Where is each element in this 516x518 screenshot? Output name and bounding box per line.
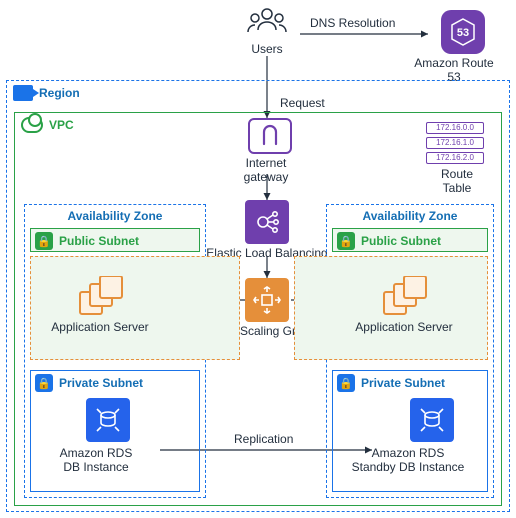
lock-icon: 🔒: [337, 374, 355, 392]
region-label: Region: [39, 86, 80, 100]
az-right-label: Availability Zone: [327, 209, 493, 223]
private-subnet-right-label: Private Subnet: [361, 376, 445, 390]
rt-row-0: 172.16.0.0: [426, 122, 484, 134]
igw-label-1: Internet: [236, 156, 296, 170]
rt-row-2: 172.16.2.0: [426, 152, 484, 164]
public-subnet-left-label: Public Subnet: [59, 234, 139, 248]
az-left-label: Availability Zone: [25, 209, 205, 223]
lock-icon: 🔒: [35, 374, 53, 392]
app-server-icon: [380, 276, 428, 318]
public-subnet-right-hdr: 🔒 Public Subnet: [337, 232, 483, 250]
route-table-label: Route Table: [426, 167, 488, 195]
lock-icon: 🔒: [337, 232, 355, 250]
public-subnet-left-hdr: 🔒 Public Subnet: [35, 232, 195, 250]
users-icon: [246, 6, 288, 42]
rds-right-l1: Amazon RDS: [338, 446, 478, 460]
app-server-icon: [76, 276, 124, 318]
route-table-group: 172.16.0.0 172.16.1.0 172.16.2.0 Route T…: [426, 122, 488, 195]
public-subnet-left: 🔒 Public Subnet: [30, 228, 200, 252]
rds-right-group: Amazon RDS Standby DB Instance: [386, 398, 478, 474]
igw-group: Internet gateway: [244, 118, 296, 184]
public-subnet-right: 🔒 Public Subnet: [332, 228, 488, 252]
igw-icon: [248, 118, 292, 154]
igw-label-2: gateway: [236, 170, 296, 184]
private-subnet-left-hdr: 🔒 Private Subnet: [35, 374, 195, 392]
rds-left-l2: DB Instance: [51, 460, 141, 474]
app-right-label: Application Server: [349, 320, 459, 334]
users-group: Users: [246, 6, 288, 56]
route-table-icon: 172.16.0.0 172.16.1.0 172.16.2.0: [426, 122, 488, 164]
users-label: Users: [246, 42, 288, 56]
private-subnet-left-label: Private Subnet: [59, 376, 143, 390]
asg-icon: [245, 278, 289, 322]
vpc-icon: [21, 117, 43, 133]
svg-text:53: 53: [457, 27, 469, 39]
vpc-label: VPC: [49, 118, 74, 132]
rds-right-l2: Standby DB Instance: [338, 460, 478, 474]
replication-label: Replication: [234, 432, 293, 446]
rds-left-group: Amazon RDS DB Instance: [74, 398, 141, 474]
lock-icon: 🔒: [35, 232, 53, 250]
route53-group: 53 Amazon Route 53: [432, 10, 494, 84]
route53-icon: 53: [441, 10, 485, 54]
private-subnet-right-hdr: 🔒 Private Subnet: [337, 374, 483, 392]
dns-label: DNS Resolution: [310, 16, 395, 30]
diagram-canvas: Users DNS Resolution 53 Amazon Route 53 …: [0, 0, 516, 518]
app-left-label: Application Server: [45, 320, 155, 334]
region-icon: [13, 85, 33, 101]
public-subnet-right-label: Public Subnet: [361, 234, 441, 248]
rds-left-l1: Amazon RDS: [51, 446, 141, 460]
app-right-group: Application Server: [380, 276, 459, 334]
region-header: Region: [7, 81, 509, 105]
rds-icon: [410, 398, 454, 442]
app-left-group: Application Server: [76, 276, 155, 334]
elb-icon: [245, 200, 289, 244]
rds-icon: [86, 398, 130, 442]
rt-row-1: 172.16.1.0: [426, 137, 484, 149]
elb-group: Elastic Load Balancing: [245, 200, 332, 260]
